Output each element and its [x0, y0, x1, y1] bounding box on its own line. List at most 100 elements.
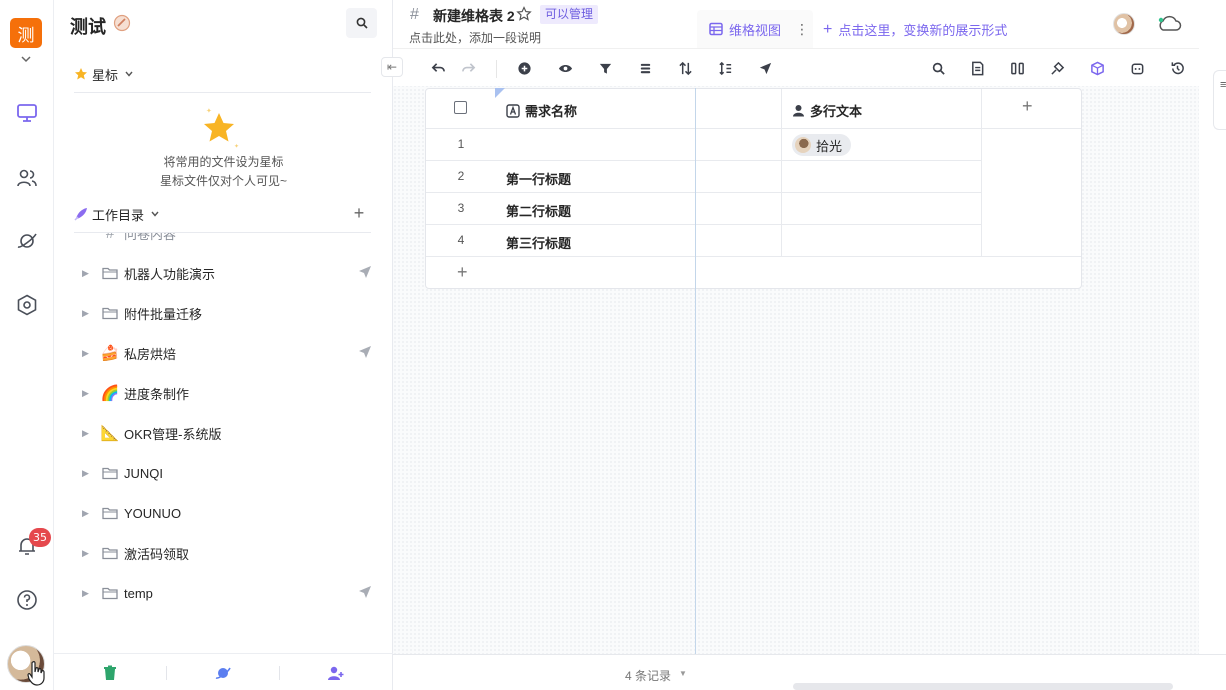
- sort-button[interactable]: [677, 60, 693, 76]
- frozen-column-divider[interactable]: [695, 88, 696, 654]
- folder-icon: [100, 584, 120, 602]
- nav-settings-button[interactable]: [12, 290, 42, 320]
- horizontal-scrollbar[interactable]: [793, 683, 1173, 690]
- sidebar-footer: [54, 653, 393, 690]
- expand-arrow-icon[interactable]: ▶: [82, 268, 96, 279]
- redo-button[interactable]: [460, 60, 476, 76]
- member-tag[interactable]: 拾光: [792, 134, 852, 156]
- group-button[interactable]: [637, 60, 653, 76]
- catalog-item[interactable]: ▶ 📐 OKR管理-系统版: [74, 413, 374, 453]
- monitor-icon: [17, 104, 37, 122]
- starred-section-header[interactable]: 星标: [74, 64, 136, 84]
- folder-icon: [100, 304, 120, 322]
- robot-button[interactable]: [1009, 60, 1025, 76]
- record-count-dropdown-icon[interactable]: ▼: [679, 669, 687, 678]
- row-height-icon: [718, 61, 731, 75]
- space-name[interactable]: 测试: [70, 13, 106, 39]
- row-height-button[interactable]: [717, 60, 733, 76]
- trash-icon[interactable]: [101, 664, 119, 682]
- expand-arrow-icon[interactable]: ▶: [82, 348, 96, 359]
- catalog-item[interactable]: ▶ 🌈 进度条制作: [74, 373, 374, 413]
- sidebar-search-button[interactable]: [346, 8, 377, 38]
- help-icon: [17, 590, 37, 610]
- catalog-item[interactable]: ▶ 激活码领取: [74, 533, 374, 573]
- datasheet-title[interactable]: 新建维格表 2: [433, 6, 515, 26]
- column-header-0[interactable]: 需求名称: [506, 101, 577, 120]
- nav-rail: 测 35: [0, 0, 54, 690]
- cell-title[interactable]: 第二行标题: [506, 201, 571, 220]
- invite-member-icon[interactable]: [327, 664, 345, 682]
- header-corner-flag: [495, 88, 505, 98]
- expand-arrow-icon[interactable]: ▶: [82, 428, 96, 439]
- automation-button[interactable]: [1129, 60, 1145, 76]
- starred-tip-line2: 星标文件仅对个人可见~: [159, 174, 287, 188]
- catalog-item[interactable]: ▶ 附件批量迁移: [74, 293, 374, 333]
- expand-arrow-icon[interactable]: ▶: [82, 548, 96, 559]
- collaborator-avatar[interactable]: [1113, 13, 1135, 35]
- space-logo[interactable]: 测: [10, 18, 42, 48]
- api-button[interactable]: [1049, 60, 1065, 76]
- search-records-button[interactable]: [930, 60, 946, 76]
- cake-emoji: 🍰: [100, 345, 120, 362]
- nav-explore-button[interactable]: [12, 226, 42, 256]
- columns-icon: [1010, 62, 1024, 74]
- add-record-button[interactable]: [516, 60, 532, 76]
- add-row-button[interactable]: +: [457, 262, 468, 283]
- view-tab-grid[interactable]: 维格视图 ⋮: [697, 10, 813, 48]
- hide-fields-button[interactable]: [557, 60, 573, 76]
- triangle-ruler-emoji: 📐: [100, 425, 120, 442]
- form-button[interactable]: [969, 60, 985, 76]
- collapse-sidebar-button[interactable]: ⇤: [381, 57, 403, 77]
- expand-arrow-icon[interactable]: ▶: [82, 308, 96, 319]
- permission-tag: 可以管理: [540, 5, 599, 24]
- expand-arrow-icon[interactable]: ▶: [82, 588, 96, 599]
- more-icon[interactable]: ⋮: [795, 21, 809, 38]
- widget-button[interactable]: [1089, 60, 1105, 76]
- column-header-2[interactable]: 多行文本: [792, 101, 862, 120]
- expand-arrow-icon[interactable]: ▶: [82, 508, 96, 519]
- cloud-sync-icon[interactable]: [1155, 12, 1183, 34]
- template-planet-icon[interactable]: [214, 664, 232, 682]
- undo-button[interactable]: [430, 60, 446, 76]
- catalog-item-partial[interactable]: # 问卷内容: [74, 233, 374, 253]
- catalog-item-label: 附件批量迁移: [124, 306, 203, 322]
- add-view-button[interactable]: + 点击这里，变换新的展示形式: [823, 20, 1007, 39]
- catalog-section-header[interactable]: 工作目录: [74, 204, 162, 224]
- history-button[interactable]: [1169, 60, 1185, 76]
- shared-icon: [358, 265, 372, 279]
- side-widget-tab[interactable]: ≡: [1213, 70, 1226, 130]
- star-outline-icon[interactable]: [516, 6, 532, 22]
- row-number: 4: [457, 233, 465, 247]
- chevron-down-icon[interactable]: [18, 52, 34, 66]
- catalog-item[interactable]: ▶ YOUNUO: [74, 493, 374, 533]
- share-button[interactable]: [757, 60, 773, 76]
- add-node-button[interactable]: +: [351, 204, 367, 222]
- group-icon: [640, 63, 650, 73]
- plus-icon: +: [823, 20, 833, 38]
- nav-workbench-button[interactable]: [12, 98, 42, 128]
- add-column-button[interactable]: +: [1022, 96, 1033, 117]
- cell-title[interactable]: 第三行标题: [506, 233, 571, 252]
- catalog-item[interactable]: ▶ JUNQI: [74, 453, 374, 493]
- eye-icon: [558, 64, 572, 72]
- expand-arrow-icon[interactable]: ▶: [82, 468, 96, 479]
- row-number: 1: [457, 137, 465, 151]
- cell-title[interactable]: 第一行标题: [506, 169, 571, 188]
- redo-icon: [461, 62, 475, 72]
- add-view-label: 点击这里，变换新的展示形式: [838, 23, 1008, 38]
- send-icon: [759, 62, 771, 74]
- datasheet-toolbar: [393, 48, 1199, 86]
- catalog-item[interactable]: ▶ 🍰 私房烘焙: [74, 333, 374, 373]
- select-all-checkbox[interactable]: [454, 101, 467, 114]
- hexagon-settings-icon: [17, 294, 37, 316]
- expand-arrow-icon[interactable]: ▶: [82, 388, 96, 399]
- datasheet-hash-icon: #: [410, 6, 419, 23]
- users-icon: [17, 169, 37, 187]
- datasheet-description[interactable]: 点击此处，添加一段说明: [409, 29, 541, 46]
- catalog-item[interactable]: ▶ temp: [74, 573, 374, 613]
- space-level-icon[interactable]: [113, 14, 131, 32]
- catalog-item[interactable]: ▶ 机器人功能演示: [74, 253, 374, 293]
- nav-help-button[interactable]: [12, 585, 42, 615]
- nav-members-button[interactable]: [12, 163, 42, 193]
- filter-button[interactable]: [597, 60, 613, 76]
